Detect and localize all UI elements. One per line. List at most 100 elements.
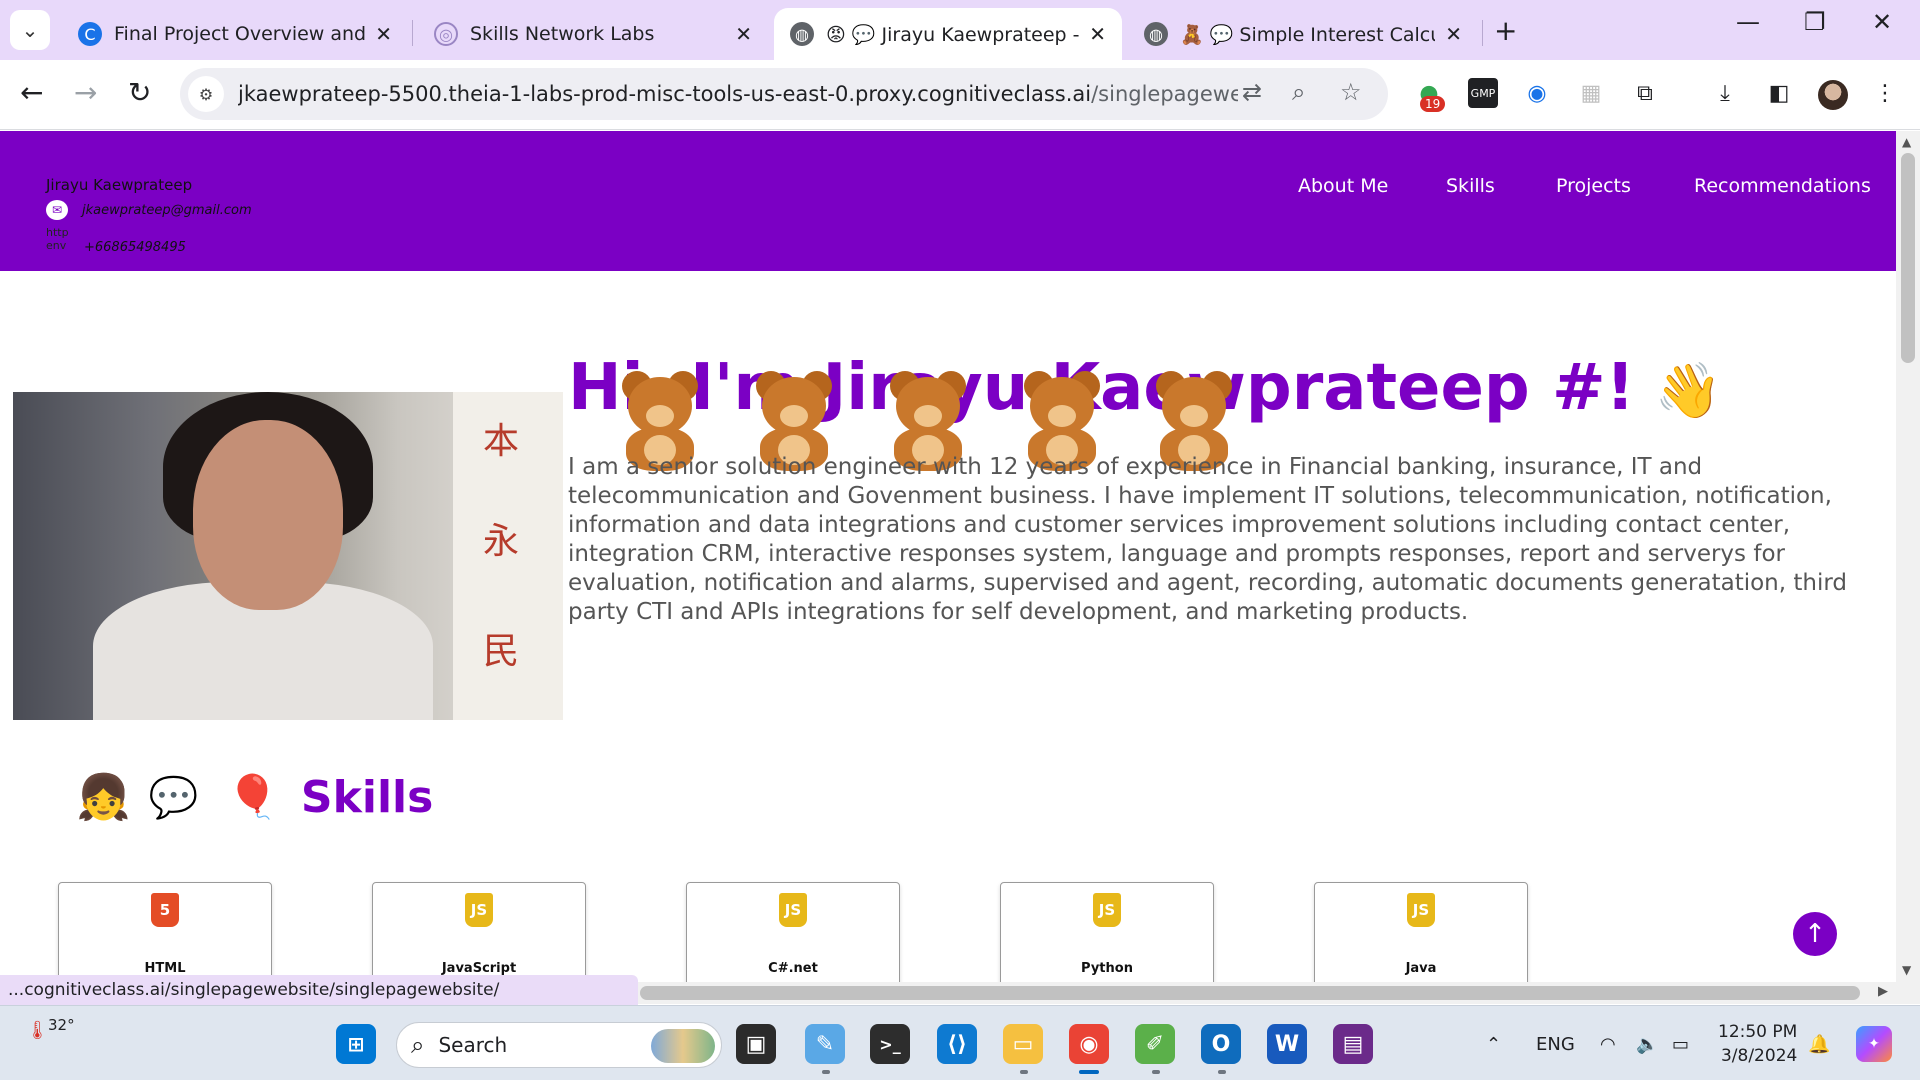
language-indicator[interactable]: ENG <box>1536 1034 1575 1055</box>
weather-icon[interactable]: 🌡 <box>26 1020 49 1041</box>
skills-heading: 👧 💬 🎈 Skills <box>76 771 434 824</box>
phone-number[interactable]: +66865498495 <box>84 240 186 255</box>
skill-name: Java <box>1405 961 1437 976</box>
vscode-icon[interactable]: ⟨⟩ <box>937 1024 977 1064</box>
tab-title: 😡 💬 Jirayu Kaewprateep - Por <box>826 23 1080 46</box>
skill-name: Python <box>1081 961 1133 976</box>
file-explorer-icon[interactable]: ▭ <box>1003 1024 1043 1064</box>
reload-icon[interactable]: ↻ <box>128 76 151 109</box>
bookmark-star-icon[interactable]: ☆ <box>1340 78 1362 106</box>
tab-title: Final Project Overview and Revi <box>114 23 366 45</box>
notifications-icon[interactable]: 🔔 <box>1808 1034 1830 1055</box>
vertical-scrollbar[interactable]: ▲ ▼ <box>1896 131 1920 982</box>
tab-portfolio[interactable]: ◍ 😡 💬 Jirayu Kaewprateep - Por ✕ <box>774 8 1122 60</box>
scroll-to-top-button[interactable]: ↑ <box>1793 912 1837 956</box>
close-icon[interactable]: ✕ <box>735 22 752 46</box>
wifi-icon[interactable]: ◠ <box>1600 1034 1616 1055</box>
paint-icon[interactable]: ✎ <box>805 1024 845 1064</box>
hero-title: Hi, I'm Jirayu Kaewprateep #! 👋 <box>568 351 1722 425</box>
taskbar: 🌡 32° ⊞ ⌕ Search ▣ ✎ >_ ⟨⟩ ▭ ◉ ✐ O W ▤ ⌃… <box>0 1005 1920 1080</box>
side-panel-icon[interactable]: ◧ <box>1764 78 1794 108</box>
photo-face <box>193 420 343 610</box>
tray-chevron-up-icon[interactable]: ⌃ <box>1486 1034 1501 1055</box>
start-windows-icon[interactable]: ⊞ <box>336 1024 376 1064</box>
url-path: /singlepagewebsite/#ho... <box>1091 82 1238 106</box>
tab-strip: ⌄ C Final Project Overview and Revi ✕ ◎ … <box>0 0 1920 60</box>
tab-simple-interest[interactable]: ◍ 🧸 💬 Simple Interest Calculato ✕ <box>1128 8 1478 60</box>
email-link[interactable]: jkaewprateep@gmail.com <box>82 203 252 218</box>
site-info-icon[interactable]: ⚙ <box>188 76 224 112</box>
skill-card-csharp[interactable]: JS C#.net <box>686 882 900 982</box>
horizontal-scroll-thumb[interactable] <box>640 986 1860 1000</box>
skills-title: Skills <box>300 771 434 823</box>
restore-icon[interactable]: ❐ <box>1804 8 1826 36</box>
globe-icon: ◍ <box>790 22 814 46</box>
url-text[interactable]: jkaewprateep-5500.theia-1-labs-prod-misc… <box>238 82 1238 106</box>
terminal-icon[interactable]: >_ <box>870 1024 910 1064</box>
waving-hand-icon: 👋 <box>1654 359 1722 422</box>
page-viewport: Jirayu Kaewprateep ✉ jkaewprateep@gmail.… <box>0 131 1896 982</box>
nav-projects[interactable]: Projects <box>1556 175 1631 197</box>
scroll-right-arrow-icon[interactable]: ▶ <box>1878 984 1888 999</box>
word-icon[interactable]: W <box>1267 1024 1307 1064</box>
address-bar[interactable]: ⚙ jkaewprateep-5500.theia-1-labs-prod-mi… <box>180 68 1388 120</box>
search-highlight-image <box>651 1029 715 1063</box>
close-icon[interactable]: ✕ <box>1445 22 1462 46</box>
extension-icon[interactable]: ▦ <box>1576 78 1606 108</box>
girl-icon: 👧 <box>76 772 131 823</box>
new-tab-button[interactable]: + <box>1494 14 1517 47</box>
gmp-extension-icon[interactable]: GMP <box>1468 78 1498 108</box>
clock[interactable]: 12:50 PM 3/8/2024 <box>1718 1020 1797 1068</box>
download-icon[interactable]: ⤓ <box>1710 78 1740 108</box>
task-view-icon[interactable]: ▣ <box>736 1024 776 1064</box>
puzzle-extensions-icon[interactable]: ⧉ <box>1630 78 1660 108</box>
close-icon[interactable]: ✕ <box>375 22 392 46</box>
close-window-icon[interactable]: ✕ <box>1872 8 1892 36</box>
background-sign: 本永民 <box>453 392 563 720</box>
skill-card-javascript[interactable]: JS JavaScript <box>372 882 586 982</box>
skill-card-python[interactable]: JS Python <box>1000 882 1214 982</box>
nav-recommendations[interactable]: Recommendations <box>1694 175 1871 197</box>
tab-search-button[interactable]: ⌄ <box>10 10 50 50</box>
broken-image-icon: http env <box>46 226 69 252</box>
html5-icon: 5 <box>151 893 179 927</box>
volume-icon[interactable]: 🔈 <box>1636 1034 1658 1055</box>
email-row: ✉ jkaewprateep@gmail.com <box>46 200 252 220</box>
notepad-icon[interactable]: ✐ <box>1135 1024 1175 1064</box>
copilot-icon[interactable]: ✦ <box>1856 1026 1892 1062</box>
skill-card-java[interactable]: JS Java <box>1314 882 1528 982</box>
browser-toolbar: ← → ↻ ⚙ jkaewprateep-5500.theia-1-labs-p… <box>0 60 1920 130</box>
camera-extension-icon[interactable]: ◉ <box>1522 78 1552 108</box>
winrar-icon[interactable]: ▤ <box>1333 1024 1373 1064</box>
battery-icon[interactable]: ▭ <box>1672 1034 1689 1055</box>
vertical-scroll-thumb[interactable] <box>1901 153 1915 363</box>
scroll-up-arrow-icon[interactable]: ▲ <box>1902 135 1911 149</box>
clock-date: 3/8/2024 <box>1720 1046 1798 1066</box>
menu-kebab-icon[interactable]: ⋮ <box>1870 78 1900 108</box>
running-indicator-active <box>1079 1070 1099 1074</box>
skill-card-html[interactable]: 5 HTML <box>58 882 272 982</box>
zoom-icon[interactable]: ⌕ <box>1292 78 1305 106</box>
outlook-new-icon[interactable]: O <box>1201 1024 1241 1064</box>
back-icon[interactable]: ← <box>20 76 43 109</box>
coursera-icon: C <box>78 22 102 46</box>
mail-icon: ✉ <box>46 200 68 220</box>
nav-about-me[interactable]: About Me <box>1298 175 1388 197</box>
about-me-text: I am a senior solution engineer with 12 … <box>568 454 1848 625</box>
close-icon[interactable]: ✕ <box>1089 22 1106 46</box>
url-host: jkaewprateep-5500.theia-1-labs-prod-misc… <box>238 82 1092 106</box>
nav-skills[interactable]: Skills <box>1446 175 1495 197</box>
tab-final-project[interactable]: C Final Project Overview and Revi ✕ <box>62 8 408 60</box>
taskbar-search[interactable]: ⌕ Search <box>396 1022 722 1068</box>
contact-name: Jirayu Kaewprateep <box>46 176 193 194</box>
phone-row: http env +66865498495 <box>46 226 252 268</box>
scroll-down-arrow-icon[interactable]: ▼ <box>1902 963 1911 977</box>
profile-avatar[interactable] <box>1818 80 1848 110</box>
forward-icon[interactable]: → <box>74 76 97 109</box>
minimize-icon[interactable]: — <box>1736 8 1760 36</box>
chrome-icon[interactable]: ◉ <box>1069 1024 1109 1064</box>
tab-skills-network[interactable]: ◎ Skills Network Labs ✕ <box>418 8 768 60</box>
chevron-down-icon: ⌄ <box>21 18 39 42</box>
balloon-icon: 🎈 <box>226 772 279 821</box>
translate-icon[interactable]: ⇄ <box>1242 78 1262 106</box>
